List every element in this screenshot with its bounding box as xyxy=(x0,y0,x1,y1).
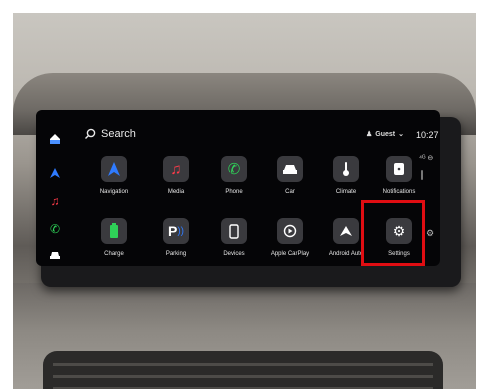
navigation-icon xyxy=(101,156,127,182)
car-icon xyxy=(277,156,303,182)
car-icon[interactable] xyxy=(48,248,62,262)
phone-icon: ✆ xyxy=(221,156,247,182)
app-phone[interactable]: ✆ Phone xyxy=(212,156,256,195)
app-label: Climate xyxy=(335,189,357,195)
clock: 10:27 xyxy=(416,130,439,140)
app-navigation[interactable]: Navigation xyxy=(92,156,136,195)
app-label: Media xyxy=(167,189,185,195)
status-icons: ⁴ᴳ ⊖ xyxy=(419,155,434,162)
scroll-indicator xyxy=(421,170,423,180)
app-label: Phone xyxy=(225,189,243,195)
app-parking[interactable]: P)) Parking xyxy=(154,218,198,257)
chevron-down-icon: ⌄ xyxy=(398,131,404,138)
user-profile-button[interactable]: ♟ Guest ⌄ xyxy=(366,130,404,139)
thermometer-icon xyxy=(333,156,359,182)
notification-icon xyxy=(386,156,412,182)
home-icon[interactable] xyxy=(48,132,62,146)
app-label: Navigation xyxy=(99,189,129,195)
android-auto-icon xyxy=(333,218,359,244)
app-charge[interactable]: Charge xyxy=(92,218,136,257)
parking-icon: P)) xyxy=(163,218,189,244)
app-devices[interactable]: Devices xyxy=(212,218,256,257)
app-label: Parking xyxy=(165,251,187,257)
phone-icon[interactable]: ✆ xyxy=(48,222,62,236)
app-label: Notifications xyxy=(382,189,416,195)
app-label: Devices xyxy=(223,251,245,257)
carplay-icon xyxy=(277,218,303,244)
app-label: Charge xyxy=(104,251,124,257)
device-icon xyxy=(221,218,247,244)
app-media[interactable]: ♫ Media xyxy=(154,156,198,195)
battery-icon xyxy=(101,218,127,244)
settings-highlight-box xyxy=(361,200,425,266)
air-vent xyxy=(43,351,443,389)
music-icon: ♫ xyxy=(163,156,189,182)
app-apple-carplay[interactable]: Apple CarPlay xyxy=(268,218,312,257)
user-name: Guest xyxy=(375,130,396,138)
app-car[interactable]: Car xyxy=(268,156,312,195)
user-icon: ♟ xyxy=(366,131,373,138)
search-label: Search xyxy=(101,128,136,140)
app-notifications[interactable]: Notifications xyxy=(377,156,421,195)
search-bar[interactable]: Search xyxy=(84,128,136,140)
search-icon xyxy=(85,128,96,139)
media-icon[interactable]: ♫ xyxy=(48,194,62,208)
sidebar: ♫ ✆ xyxy=(36,110,76,266)
app-label: Car xyxy=(285,189,295,195)
navigation-icon[interactable] xyxy=(48,166,62,180)
app-label: Apple CarPlay xyxy=(270,251,310,257)
partial-gear-icon: ⚙ xyxy=(426,228,435,238)
app-climate[interactable]: Climate xyxy=(324,156,368,195)
